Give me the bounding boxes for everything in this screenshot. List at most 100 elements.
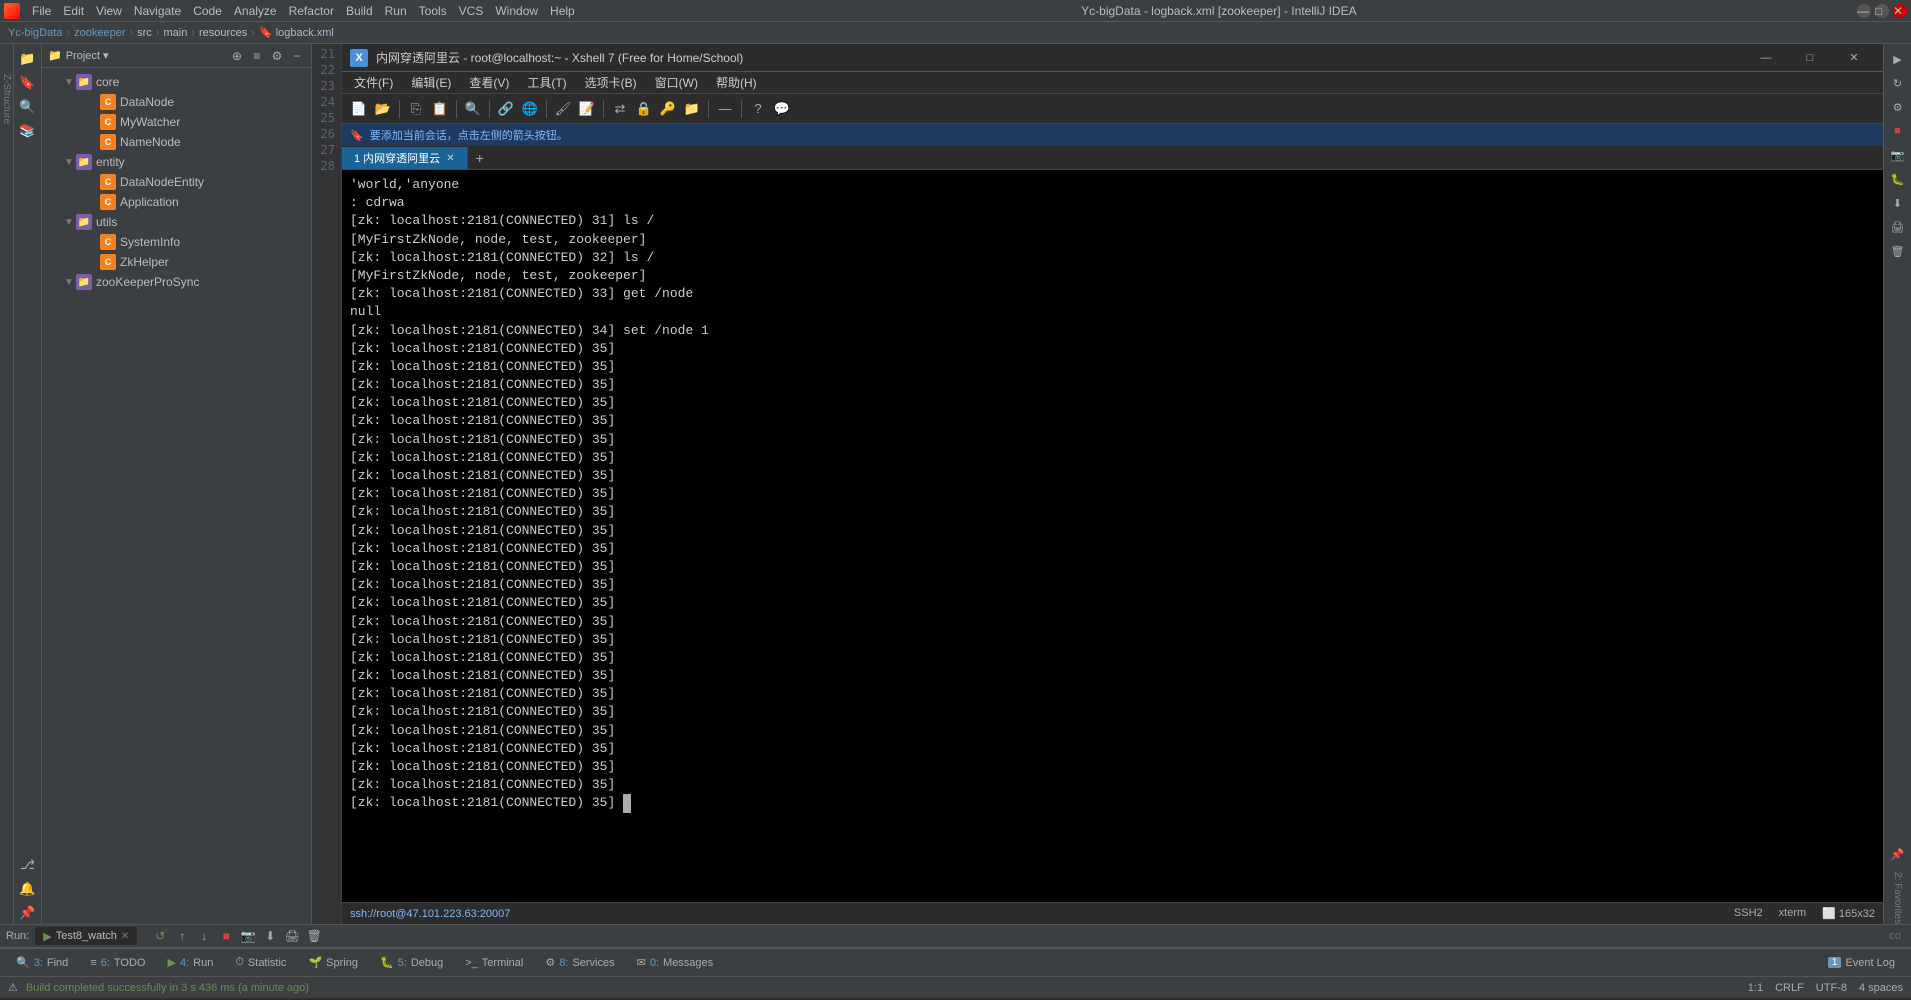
right-settings-btn[interactable]: ⚙	[1887, 96, 1909, 118]
menu-analyze[interactable]: Analyze	[228, 2, 283, 20]
right-print-btn[interactable]: 🖨	[1887, 216, 1909, 238]
xtool-chat[interactable]: 💬	[771, 98, 793, 120]
xshell-menu-view[interactable]: 查看(V)	[461, 72, 517, 93]
activity-bookmarks[interactable]: 🔖	[17, 72, 39, 94]
activity-git[interactable]: ⎇	[17, 854, 39, 876]
xshell-tab-add[interactable]: +	[468, 147, 492, 169]
bc-resources[interactable]: resources	[199, 27, 247, 39]
activity-notifications[interactable]: 🔔	[17, 878, 39, 900]
menu-refactor[interactable]: Refactor	[283, 2, 340, 20]
menu-help[interactable]: Help	[544, 2, 581, 20]
xshell-menu-edit[interactable]: 编辑(E)	[403, 72, 459, 93]
tab-services[interactable]: ⚙ 8: Services	[537, 952, 622, 974]
run-tab-test8[interactable]: ▶ Test8_watch ✕	[35, 927, 137, 945]
scope-icon[interactable]: ⊕	[229, 48, 245, 64]
xtool-copy[interactable]: ⎘	[405, 98, 427, 120]
menu-tools[interactable]: Tools	[413, 2, 453, 20]
tab-run[interactable]: ▶ 4: Run	[159, 952, 221, 974]
xshell-restore[interactable]: □	[1789, 48, 1831, 68]
tab-event-log[interactable]: 1 Event Log	[1820, 952, 1903, 974]
bc-module[interactable]: zookeeper	[74, 27, 125, 39]
tree-datanode[interactable]: C DataNode	[42, 92, 311, 112]
activity-learn[interactable]: 📚	[17, 120, 39, 142]
bc-file[interactable]: 🔖 logback.xml	[259, 26, 334, 39]
menu-file[interactable]: File	[26, 2, 57, 20]
menu-vcs[interactable]: VCS	[453, 2, 490, 20]
run-clear-btn[interactable]: 🗑	[305, 927, 323, 945]
xtool-new[interactable]: 📄	[348, 98, 370, 120]
run-scroll-btn[interactable]: ⬇	[261, 927, 279, 945]
run-camera-btn[interactable]: 📷	[239, 927, 257, 945]
xshell-tab-1-close[interactable]: ✕	[446, 153, 454, 164]
tree-zkprosync[interactable]: ▼ 📁 zooKeeperProSync	[42, 272, 311, 292]
menu-run[interactable]: Run	[379, 2, 413, 20]
bc-main[interactable]: main	[163, 27, 187, 39]
xshell-menu-tools[interactable]: 工具(T)	[519, 72, 574, 93]
status-position[interactable]: 1:1	[1748, 982, 1763, 994]
settings-icon[interactable]: ⚙	[269, 48, 285, 64]
run-up-btn[interactable]: ↑	[173, 927, 191, 945]
bc-src[interactable]: src	[137, 27, 152, 39]
xtool-transfer[interactable]: ⇄	[609, 98, 631, 120]
tree-zkhelper[interactable]: C ZkHelper	[42, 252, 311, 272]
xtool-key[interactable]: 🔑	[657, 98, 679, 120]
run-print-btn[interactable]: 🖨	[283, 927, 301, 945]
tree-entity-folder[interactable]: ▼ 📁 entity	[42, 152, 311, 172]
tree-namenode[interactable]: C NameNode	[42, 132, 311, 152]
tab-spring[interactable]: 🌱 Spring	[300, 952, 366, 974]
xtool-find[interactable]: 🔍	[462, 98, 484, 120]
z-structure-label[interactable]: Z-Structure	[1, 74, 12, 124]
tab-todo[interactable]: ≡ 6: TODO	[82, 952, 153, 974]
right-refresh-btn[interactable]: ↻	[1887, 72, 1909, 94]
menu-edit[interactable]: Edit	[57, 2, 90, 20]
activity-pin[interactable]: 📌	[17, 902, 39, 924]
tree-utils-folder[interactable]: ▼ 📁 utils	[42, 212, 311, 232]
close-button[interactable]: ✕	[1893, 4, 1907, 18]
tree-systeminfo[interactable]: C SystemInfo	[42, 232, 311, 252]
xtool-globe[interactable]: 🌐	[519, 98, 541, 120]
xshell-terminal[interactable]: 'world,'anyone : cdrwa [zk: localhost:21…	[342, 170, 1883, 902]
right-run-btn[interactable]: ▶	[1887, 48, 1909, 70]
hide-icon[interactable]: −	[289, 48, 305, 64]
xshell-tab-1[interactable]: 1 内网穿透阿里云 ✕	[342, 147, 468, 169]
xtool-folder2[interactable]: 📁	[681, 98, 703, 120]
right-snapshot-btn[interactable]: 📷	[1887, 144, 1909, 166]
xtool-open[interactable]: 📂	[372, 98, 394, 120]
run-stop-btn[interactable]: ■	[217, 927, 235, 945]
right-pin-btn[interactable]: 📌	[1887, 844, 1909, 866]
run-tab-close[interactable]: ✕	[121, 931, 129, 942]
right-step-btn[interactable]: ⬇	[1887, 192, 1909, 214]
menu-navigate[interactable]: Navigate	[128, 2, 187, 20]
status-spaces[interactable]: 4 spaces	[1859, 982, 1903, 994]
xshell-menu-window[interactable]: 窗口(W)	[647, 72, 706, 93]
right-trash-btn[interactable]: 🗑	[1887, 240, 1909, 262]
tree-application[interactable]: C Application	[42, 192, 311, 212]
xtool-paste[interactable]: 📋	[429, 98, 451, 120]
tab-terminal[interactable]: >_ Terminal	[457, 952, 531, 974]
xtool-script[interactable]: 📝	[576, 98, 598, 120]
xshell-menu-file[interactable]: 文件(F)	[346, 72, 401, 93]
run-down-btn[interactable]: ↓	[195, 927, 213, 945]
menu-build[interactable]: Build	[340, 2, 379, 20]
tab-statistic[interactable]: ⏱ Statistic	[227, 952, 294, 974]
xtool-lock[interactable]: 🔒	[633, 98, 655, 120]
tree-core-folder[interactable]: ▼ 📁 core	[42, 72, 311, 92]
status-encoding[interactable]: UTF-8	[1816, 982, 1847, 994]
bc-project[interactable]: Yc-bigData	[8, 27, 62, 39]
status-linesep[interactable]: CRLF	[1775, 982, 1804, 994]
menu-view[interactable]: View	[90, 2, 128, 20]
tab-find[interactable]: 🔍 3: Find	[8, 952, 76, 974]
collapse-icon[interactable]: ≡	[249, 48, 265, 64]
menu-code[interactable]: Code	[187, 2, 228, 20]
right-stop-btn[interactable]: ■	[1887, 120, 1909, 142]
xshell-minimize[interactable]: —	[1745, 48, 1787, 68]
maximize-button[interactable]: □	[1875, 4, 1889, 18]
tree-mywatcher[interactable]: C MyWatcher	[42, 112, 311, 132]
xtool-help[interactable]: ?	[747, 98, 769, 120]
xshell-close[interactable]: ✕	[1833, 48, 1875, 68]
tab-debug[interactable]: 🐛 5: Debug	[372, 952, 451, 974]
xtool-minus[interactable]: —	[714, 98, 736, 120]
menu-window[interactable]: Window	[489, 2, 544, 20]
activity-find[interactable]: 🔍	[17, 96, 39, 118]
activity-project[interactable]: 📁	[17, 48, 39, 70]
